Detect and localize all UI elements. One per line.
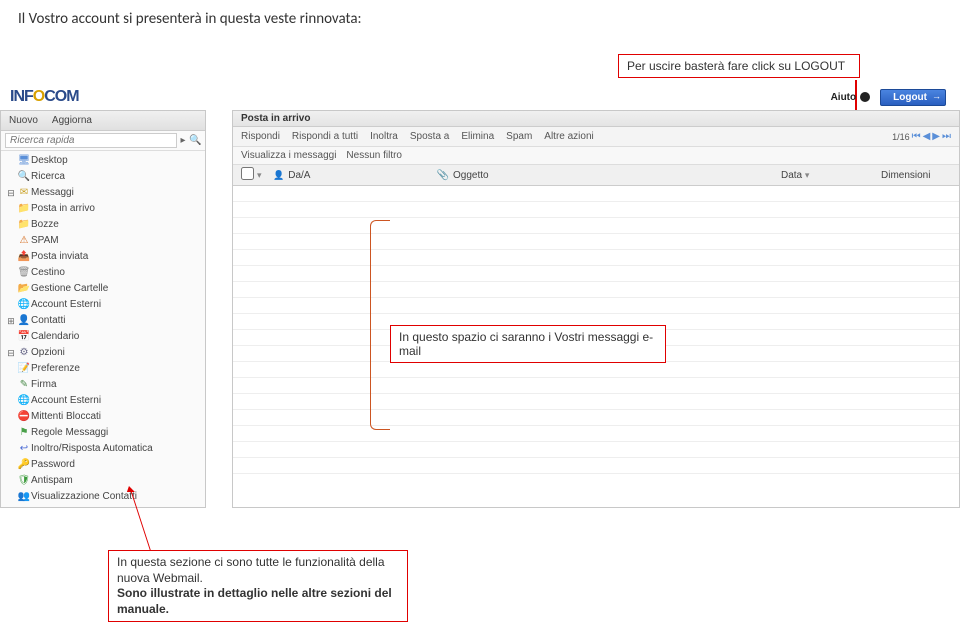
refresh-button[interactable]: Aggiorna — [52, 115, 92, 126]
sidebar-item-messages[interactable]: ⊟✉Messaggi — [1, 185, 205, 201]
message-row[interactable] — [233, 410, 959, 426]
sidebar-item-password[interactable]: 🔑Password — [1, 457, 205, 473]
callout-bottom: In questa sezione ci sono tutte le funzi… — [108, 550, 408, 622]
new-button[interactable]: Nuovo — [9, 115, 38, 126]
sidebar-item-autoreply[interactable]: ↩Inoltro/Risposta Automatica — [1, 441, 205, 457]
sidebar-item-signature[interactable]: ✎Firma — [1, 377, 205, 393]
search-input[interactable] — [5, 133, 177, 148]
next-page-icon[interactable]: ▶ — [932, 131, 940, 142]
delete-button[interactable]: Elimina — [461, 131, 494, 142]
sidebar-item-rules[interactable]: ⚑Regole Messaggi — [1, 425, 205, 441]
gear-icon — [860, 92, 870, 102]
sidebar-item-drafts[interactable]: 📁Bozze — [1, 217, 205, 233]
column-headers: ▾ 👤Da/A 📎 Oggetto Data ▾ Dimensioni — [233, 165, 959, 186]
spam-button[interactable]: Spam — [506, 131, 532, 142]
first-page-icon[interactable]: ⏮ — [912, 131, 921, 142]
folder-tree: 🖥Desktop 🔍Ricerca ⊟✉Messaggi 📁Posta in a… — [1, 151, 205, 507]
sidebar-item-search[interactable]: 🔍Ricerca — [1, 169, 205, 185]
message-row[interactable] — [233, 218, 959, 234]
logo: INFOCOM — [10, 88, 79, 106]
message-row[interactable] — [233, 234, 959, 250]
sidebar-item-calendar[interactable]: 📅Calendario — [1, 329, 205, 345]
forward-button[interactable]: Inoltra — [370, 131, 398, 142]
last-page-icon[interactable]: ⏭ — [942, 131, 951, 142]
select-all-checkbox[interactable] — [241, 167, 254, 180]
callout-messages: In questo spazio ci saranno i Vostri mes… — [390, 325, 666, 363]
attachment-column-icon[interactable]: 📎 — [433, 170, 453, 181]
page-intro: Il Vostro account si presenterà in quest… — [0, 0, 960, 34]
date-column[interactable]: Data ▾ — [781, 170, 881, 181]
more-actions-button[interactable]: Altre azioni — [544, 131, 593, 142]
move-button[interactable]: Sposta a — [410, 131, 449, 142]
flag-column-icon[interactable]: ▾ — [257, 170, 273, 181]
sidebar-item-trash[interactable]: 🗑Cestino — [1, 265, 205, 281]
webmail-screenshot: INFOCOM Aiuto Logout Nuovo Aggiorna ▸ 🔍 … — [0, 84, 960, 508]
inbox-title: Posta in arrivo — [233, 111, 959, 127]
message-row[interactable] — [233, 282, 959, 298]
top-bar: INFOCOM Aiuto Logout — [0, 84, 960, 110]
pager: 1/16 ⏮ ◀ ▶ ⏭ — [892, 131, 951, 142]
sidebar-item-desktop[interactable]: 🖥Desktop — [1, 153, 205, 169]
sidebar: Nuovo Aggiorna ▸ 🔍 🖥Desktop 🔍Ricerca ⊟✉M… — [0, 110, 206, 508]
reply-all-button[interactable]: Rispondi a tutti — [292, 131, 358, 142]
prev-page-icon[interactable]: ◀ — [923, 131, 931, 142]
sidebar-item-external[interactable]: 🌐Account Esterni — [1, 297, 205, 313]
sidebar-item-spam[interactable]: ⚠SPAM — [1, 233, 205, 249]
message-row[interactable] — [233, 458, 959, 474]
help-link[interactable]: Aiuto — [831, 92, 871, 103]
sidebar-item-external2[interactable]: 🌐Account Esterni — [1, 393, 205, 409]
message-pane: Posta in arrivo Rispondi Rispondi a tutt… — [232, 110, 960, 508]
logout-button[interactable]: Logout — [880, 89, 946, 106]
message-row[interactable] — [233, 362, 959, 378]
callout-logout: Per uscire basterà fare click su LOGOUT — [618, 54, 860, 78]
sidebar-item-options[interactable]: ⊟⚙Opzioni — [1, 345, 205, 361]
search-icon[interactable]: 🔍 — [189, 135, 201, 146]
message-row[interactable] — [233, 266, 959, 282]
sidebar-item-folders[interactable]: 📂Gestione Cartelle — [1, 281, 205, 297]
filter-button[interactable]: Nessun filtro — [346, 150, 402, 161]
sidebar-item-sent[interactable]: 📤Posta inviata — [1, 249, 205, 265]
message-row[interactable] — [233, 186, 959, 202]
reply-button[interactable]: Rispondi — [241, 131, 280, 142]
chevron-right-icon[interactable]: ▸ — [177, 135, 189, 146]
message-toolbar: Rispondi Rispondi a tutti Inoltra Sposta… — [233, 127, 959, 147]
view-messages-button[interactable]: Visualizza i messaggi — [241, 150, 336, 161]
sidebar-item-antispam[interactable]: 🛡Antispam — [1, 473, 205, 489]
message-row[interactable] — [233, 442, 959, 458]
brace-annotation — [370, 220, 390, 430]
message-row[interactable] — [233, 250, 959, 266]
sidebar-item-inbox[interactable]: 📁Posta in arrivo — [1, 201, 205, 217]
from-column[interactable]: 👤Da/A — [273, 170, 433, 181]
sidebar-item-prefs[interactable]: 📝Preferenze — [1, 361, 205, 377]
message-row[interactable] — [233, 426, 959, 442]
message-row[interactable] — [233, 378, 959, 394]
sidebar-item-blocked[interactable]: ⛔Mittenti Bloccati — [1, 409, 205, 425]
message-row[interactable] — [233, 298, 959, 314]
message-row[interactable] — [233, 394, 959, 410]
size-column[interactable]: Dimensioni — [881, 170, 951, 181]
message-row[interactable] — [233, 202, 959, 218]
sidebar-item-contacts[interactable]: ⊞👤Contatti — [1, 313, 205, 329]
subject-column[interactable]: Oggetto — [453, 170, 781, 181]
